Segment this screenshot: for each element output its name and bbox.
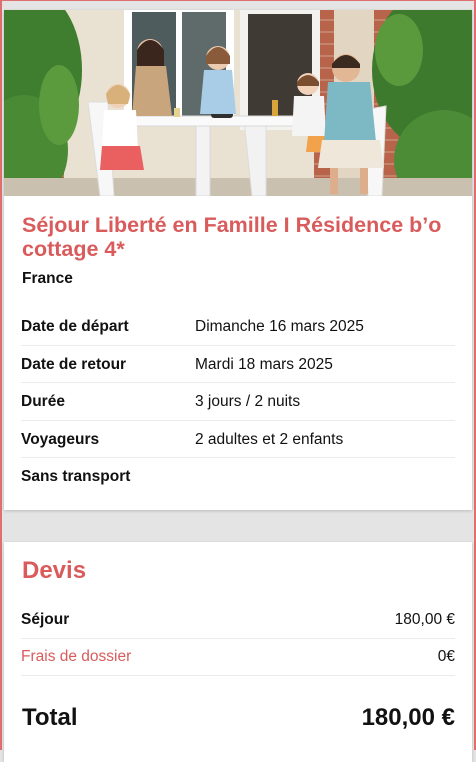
total-amount: 180,00 € (361, 704, 455, 731)
quote-amount: 0€ (437, 648, 455, 665)
quote-lines: Séjour 180,00 € Frais de dossier 0€ (21, 602, 455, 676)
quote-amount: 180,00 € (394, 611, 455, 628)
trip-title: Séjour Liberté en Famille I Résidence b’… (22, 213, 442, 261)
detail-value: Dimanche 16 mars 2025 (195, 318, 364, 335)
detail-row-return: Date de retour Mardi 18 mars 2025 (21, 346, 455, 383)
frame-top-border (0, 0, 476, 1)
quote-row-fees: Frais de dossier 0€ (21, 639, 455, 676)
detail-value: Mardi 18 mars 2025 (195, 355, 333, 373)
trip-details-list: Date de départ Dimanche 16 mars 2025 Dat… (21, 308, 455, 495)
detail-label: Durée (21, 393, 65, 410)
quote-label: Séjour (21, 611, 70, 628)
detail-row-departure: Date de départ Dimanche 16 mars 2025 (21, 308, 455, 346)
quote-card: Devis Séjour 180,00 € Frais de dossier 0… (4, 542, 472, 762)
detail-label: Voyageurs (21, 430, 100, 448)
trip-photo (4, 10, 472, 196)
detail-value: 2 adultes et 2 enfants (195, 430, 344, 448)
detail-label: Date de retour (21, 355, 127, 373)
quote-title: Devis (22, 557, 87, 584)
detail-row-transport: Sans transport (21, 458, 455, 495)
quote-fee-label: Frais de dossier (21, 648, 132, 665)
quote-row-stay: Séjour 180,00 € (21, 602, 455, 639)
frame-left-border (0, 0, 2, 750)
trip-card: Séjour Liberté en Famille I Résidence b’… (4, 10, 472, 510)
detail-row-duration: Durée 3 jours / 2 nuits (21, 383, 455, 421)
detail-label: Date de départ (21, 318, 129, 335)
trip-country: France (22, 270, 73, 287)
total-label: Total (22, 704, 78, 731)
detail-row-travelers: Voyageurs 2 adultes et 2 enfants (21, 421, 455, 458)
detail-value: 3 jours / 2 nuits (195, 393, 301, 410)
detail-label: Sans transport (21, 468, 131, 485)
